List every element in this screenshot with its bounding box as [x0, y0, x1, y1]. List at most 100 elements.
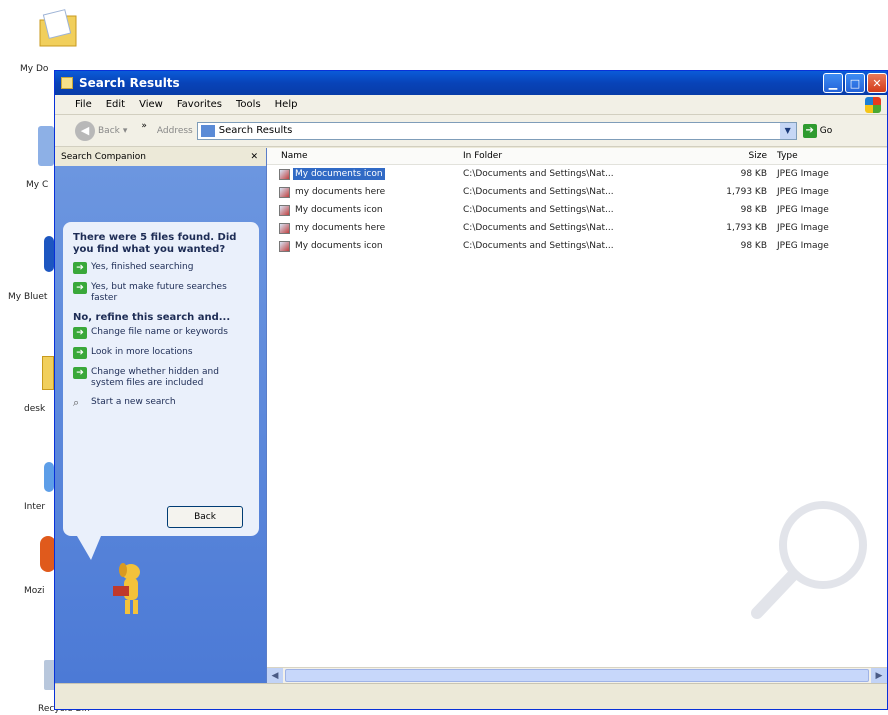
- file-size: 98 KB: [740, 241, 767, 251]
- menu-favorites[interactable]: Favorites: [177, 99, 222, 110]
- option-yes-faster[interactable]: ➔ Yes, but make future searches faster: [73, 282, 249, 304]
- companion-back-button[interactable]: Back: [167, 506, 243, 528]
- go-label: Go: [819, 125, 833, 136]
- search-watermark-icon: [751, 501, 867, 619]
- file-name: My documents icon: [295, 205, 383, 215]
- desktop-label-internet: Inter: [24, 502, 46, 512]
- companion-header: Search Companion ✕: [55, 148, 266, 166]
- jpeg-file-icon: [279, 168, 290, 180]
- desktop-label-mozilla: Mozi: [24, 586, 45, 596]
- file-type: JPEG Image: [777, 169, 829, 179]
- status-bar: [55, 683, 887, 709]
- file-row[interactable]: my documents here C:\Documents and Setti…: [267, 219, 887, 237]
- magnifier-icon: ⌕: [73, 396, 80, 409]
- desktop-label-my-documents: My Do: [20, 64, 49, 74]
- go-button[interactable]: ➔ Go: [802, 123, 833, 138]
- horizontal-scrollbar[interactable]: ◀ ▶: [267, 667, 887, 684]
- jpeg-file-icon: [279, 204, 290, 216]
- file-size: 98 KB: [740, 169, 767, 179]
- file-name-cell: My documents icon: [267, 168, 459, 180]
- windows-logo-icon: [865, 97, 881, 113]
- search-dog-icon: [113, 563, 140, 614]
- refine-heading: No, refine this search and...: [73, 312, 231, 323]
- file-row[interactable]: my documents here C:\Documents and Setti…: [267, 183, 887, 201]
- window-content: Search Companion ✕ There were 5 files fo…: [55, 148, 887, 684]
- column-size[interactable]: Size: [689, 151, 773, 161]
- file-size: 1,793 KB: [726, 223, 767, 233]
- menu-help[interactable]: Help: [275, 99, 298, 110]
- file-folder: C:\Documents and Settings\Nat...: [463, 169, 614, 179]
- go-arrow-icon: ➔: [802, 123, 817, 138]
- toolbar: ◀ Back ▾ » Address Search Results ▼ ➔ Go: [55, 115, 887, 147]
- title-bar[interactable]: Search Results ▁ □ ✕: [55, 71, 887, 95]
- file-folder: C:\Documents and Settings\Nat...: [463, 205, 614, 215]
- companion-close-icon[interactable]: ✕: [250, 152, 258, 162]
- option-change-name[interactable]: ➔ Change file name or keywords: [73, 327, 249, 339]
- list-header: Name In Folder Size Type: [267, 148, 887, 165]
- address-label: Address: [156, 125, 193, 136]
- jpeg-file-icon: [279, 222, 290, 234]
- desktop-folder-icon: [42, 356, 54, 390]
- minimize-button[interactable]: ▁: [823, 73, 843, 93]
- close-button[interactable]: ✕: [867, 73, 887, 93]
- column-name[interactable]: Name: [267, 151, 459, 161]
- file-name: My documents icon: [295, 241, 383, 251]
- my-documents-icon: [36, 6, 80, 50]
- scroll-thumb[interactable]: [285, 669, 869, 682]
- internet-explorer-icon: [44, 462, 54, 492]
- search-folder-icon: [200, 124, 215, 137]
- back-dropdown-icon[interactable]: ▾: [123, 126, 128, 136]
- companion-title: Search Companion: [61, 152, 146, 162]
- menu-tools[interactable]: Tools: [236, 99, 261, 110]
- jpeg-file-icon: [279, 240, 290, 252]
- file-row[interactable]: My documents icon C:\Documents and Setti…: [267, 237, 887, 255]
- window-title: Search Results: [79, 76, 180, 90]
- option-label: Look in more locations: [91, 347, 193, 357]
- desktop-label-desktop: desk: [24, 404, 46, 414]
- toolbar-chevron[interactable]: »: [141, 121, 147, 131]
- title-buttons: ▁ □ ✕: [823, 73, 887, 93]
- file-size: 1,793 KB: [726, 187, 767, 197]
- menu-view[interactable]: View: [139, 99, 163, 110]
- file-name: my documents here: [295, 187, 386, 197]
- menu-edit[interactable]: Edit: [106, 99, 125, 110]
- file-name-cell: My documents icon: [267, 204, 459, 216]
- scroll-left-icon[interactable]: ◀: [267, 668, 283, 684]
- back-button[interactable]: ◀ Back ▾: [75, 120, 128, 141]
- desktop-label-my-computer: My C: [26, 180, 49, 190]
- address-bar[interactable]: Search Results ▼: [196, 121, 797, 140]
- scroll-right-icon[interactable]: ▶: [871, 668, 887, 684]
- option-new-search[interactable]: ⌕ Start a new search: [73, 397, 249, 409]
- jpeg-file-icon: [279, 186, 290, 198]
- file-size: 98 KB: [740, 205, 767, 215]
- file-name: My documents icon: [293, 168, 385, 180]
- option-label: Yes, finished searching: [91, 262, 194, 272]
- file-type: JPEG Image: [777, 205, 829, 215]
- option-hidden-files[interactable]: ➔ Change whether hidden and system files…: [73, 367, 249, 389]
- file-folder: C:\Documents and Settings\Nat...: [463, 241, 614, 251]
- menu-bar: File Edit View Favorites Tools Help: [55, 95, 887, 115]
- green-arrow-icon: ➔: [73, 347, 87, 359]
- desktop-label-bluetooth: My Bluet: [8, 292, 48, 302]
- back-button-label: Back: [98, 125, 120, 136]
- green-arrow-icon: ➔: [73, 282, 87, 294]
- file-row[interactable]: My documents icon C:\Documents and Setti…: [267, 165, 887, 183]
- back-arrow-icon: ◀: [75, 120, 95, 141]
- address-dropdown-icon[interactable]: ▼: [779, 122, 796, 139]
- my-computer-icon: [38, 126, 54, 166]
- option-label: Change file name or keywords: [91, 327, 228, 337]
- green-arrow-icon: ➔: [73, 262, 87, 274]
- file-row[interactable]: My documents icon C:\Documents and Setti…: [267, 201, 887, 219]
- option-more-locations[interactable]: ➔ Look in more locations: [73, 347, 249, 359]
- column-folder[interactable]: In Folder: [459, 151, 689, 161]
- maximize-button[interactable]: □: [845, 73, 865, 93]
- column-type[interactable]: Type: [773, 151, 873, 161]
- menu-file[interactable]: File: [75, 99, 92, 110]
- option-yes-finished[interactable]: ➔ Yes, finished searching: [73, 262, 249, 274]
- speech-pointer: [77, 536, 101, 560]
- option-label: Start a new search: [91, 397, 176, 407]
- scroll-track[interactable]: [283, 668, 871, 683]
- bluetooth-icon: [44, 236, 54, 272]
- option-label: Change whether hidden and system files a…: [91, 367, 219, 388]
- results-list: Name In Folder Size Type My documents ic…: [267, 148, 887, 684]
